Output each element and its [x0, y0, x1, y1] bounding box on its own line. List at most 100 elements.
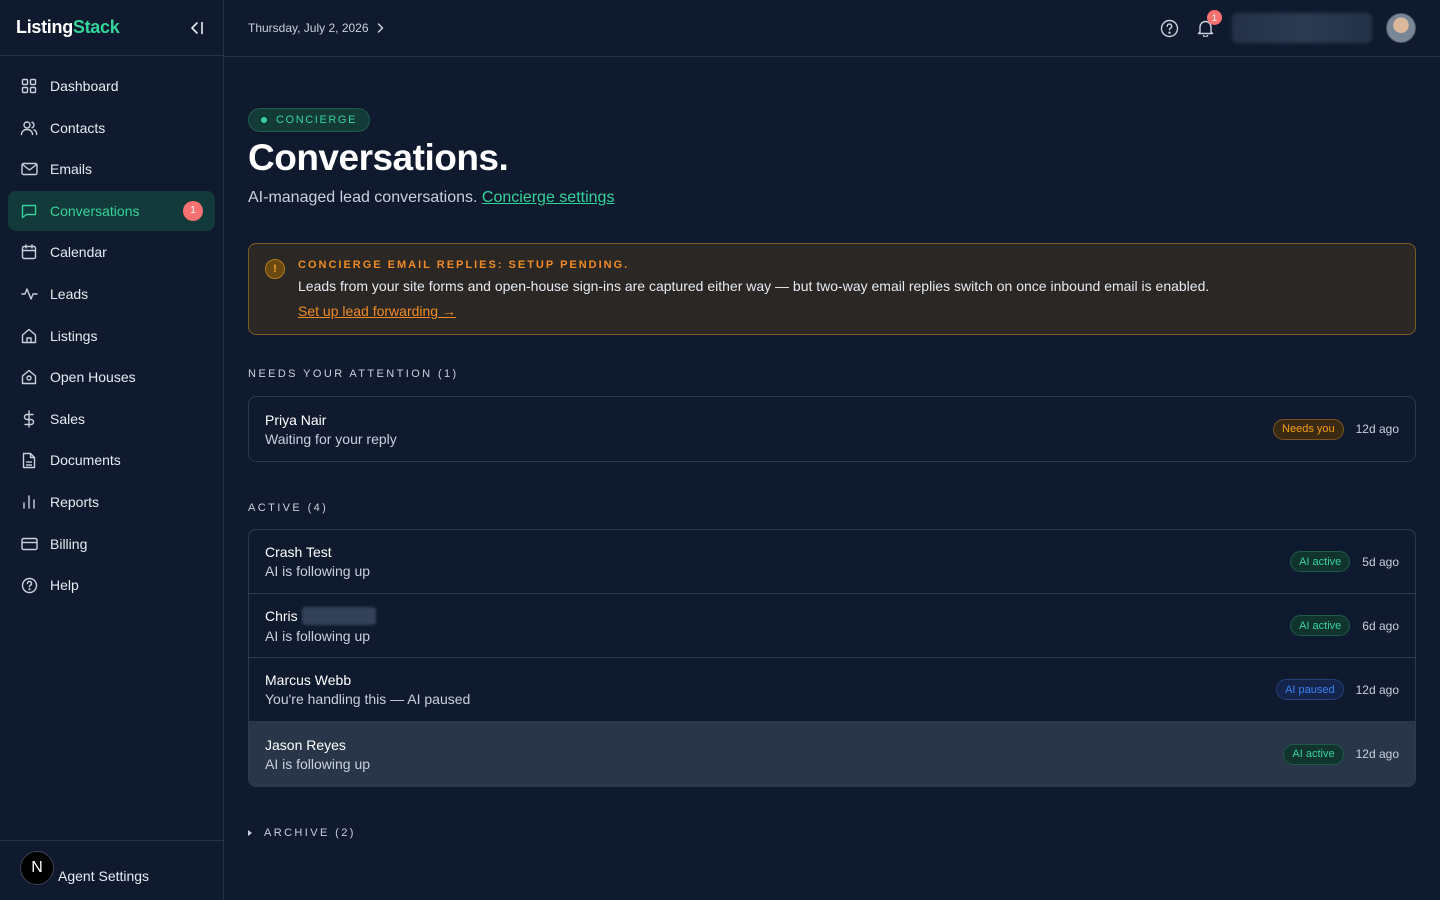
conversation-info: Crash Test AI is following up [265, 544, 370, 579]
sidebar-item-label: Contacts [50, 119, 106, 136]
alert-title: CONCIERGE EMAIL REPLIES: SETUP PENDING. [298, 259, 630, 271]
sidebar-item-reports[interactable]: Reports [8, 482, 215, 522]
brand-logo-part1: Listing [16, 17, 73, 37]
sidebar-item-sales[interactable]: Sales [8, 399, 215, 439]
conversations-badge: 1 [183, 200, 203, 221]
conversation-status: AI is following up [265, 628, 371, 644]
conversation-row[interactable]: Marcus Webb You're handling this — AI pa… [249, 658, 1415, 722]
notifications-bell-icon[interactable]: 1 [1194, 10, 1222, 39]
mail-icon [20, 160, 38, 178]
alert-text: Leads from your site forms and open-hous… [298, 278, 1210, 294]
concierge-pill: CONCIERGE [248, 108, 371, 132]
conversation-row[interactable]: Jason Reyes AI is following up AI active… [249, 722, 1415, 786]
sidebar-item-label: Sales [50, 410, 86, 427]
sidebar-nav: Dashboard Contacts Emails Conversations … [0, 56, 223, 617]
calendar-icon [20, 243, 38, 261]
grid-icon [20, 77, 38, 95]
users-icon [20, 119, 38, 137]
sidebar-item-label: Help [50, 577, 79, 594]
sidebar-item-documents[interactable]: Documents [8, 440, 215, 480]
sidebar-item-label: Open Houses [50, 369, 136, 386]
sidebar-item-label: Leads [50, 285, 89, 302]
sidebar-item-label: Reports [50, 493, 100, 510]
bar-chart-icon [20, 493, 38, 511]
sidebar-item-dashboard[interactable]: Dashboard [8, 66, 215, 106]
agent-avatar: N [20, 850, 54, 885]
warning-icon: ! [265, 259, 285, 279]
timestamp: 12d ago [1355, 682, 1399, 697]
archive-label: ARCHIVE (2) [264, 827, 356, 839]
concierge-settings-link[interactable]: Concierge settings [482, 189, 615, 206]
needs-attention-list: Priya Nair Waiting for your reply Needs … [248, 396, 1416, 462]
conversation-meta: Needs you 12d ago [1273, 418, 1399, 440]
status-badge: AI active [1290, 615, 1351, 636]
brand-header: ListingStack [0, 0, 223, 56]
conversation-info: Marcus Webb You're handling this — AI pa… [265, 672, 470, 707]
conversation-status: AI is following up [265, 755, 371, 772]
conversation-status: You're handling this — AI paused [265, 691, 471, 707]
needs-attention-label: NEEDS YOUR ATTENTION (1) [248, 368, 459, 380]
status-badge: AI active [1283, 743, 1344, 765]
page-subtitle: AI-managed lead conversations. Concierge… [248, 189, 614, 207]
house-open-icon [20, 368, 38, 386]
sidebar-item-label: Conversations [50, 202, 140, 219]
user-avatar[interactable] [1386, 13, 1416, 43]
conversation-row[interactable]: Priya Nair Waiting for your reply Needs … [249, 397, 1415, 461]
brand-logo-part2: Stack [72, 17, 120, 37]
sidebar-item-label: Listings [50, 327, 98, 344]
credit-card-icon [20, 535, 38, 553]
concierge-pill-label: CONCIERGE [276, 114, 358, 126]
sidebar-item-contacts[interactable]: Contacts [8, 108, 215, 148]
help-icon[interactable] [1158, 17, 1180, 39]
page-subtitle-text: AI-managed lead conversations. [248, 189, 478, 206]
timestamp: 5d ago [1362, 554, 1399, 569]
contact-name: Crash Test [265, 544, 332, 560]
sidebar-item-conversations[interactable]: Conversations 1 [8, 190, 215, 231]
chat-icon [20, 202, 38, 220]
sidebar-item-label: Dashboard [50, 78, 119, 94]
sidebar-item-label: Emails [50, 161, 93, 178]
archive-toggle[interactable]: ARCHIVE (2) [248, 827, 356, 839]
timestamp: 12d ago [1355, 747, 1399, 761]
sidebar-item-billing[interactable]: Billing [8, 524, 215, 564]
agent-settings-link[interactable]: N Agent Settings [0, 840, 223, 900]
sidebar-item-calendar[interactable]: Calendar [8, 232, 215, 272]
sidebar-item-label: Documents [50, 452, 121, 469]
caret-right-icon [248, 830, 252, 836]
conversation-row[interactable]: Chris AI is following up AI active 6d ag… [249, 594, 1415, 658]
sidebar-item-help[interactable]: Help [8, 565, 215, 605]
dollar-icon [20, 410, 38, 428]
sidebar-item-listings[interactable]: Listings [8, 316, 215, 356]
collapse-sidebar-icon[interactable] [187, 18, 207, 38]
status-badge: AI paused [1276, 679, 1344, 700]
contact-name: Priya Nair [265, 411, 327, 428]
sidebar-item-label: Calendar [50, 244, 107, 261]
sidebar-item-emails[interactable]: Emails [8, 149, 215, 189]
status-dot [261, 117, 267, 123]
conversation-status: Waiting for your reply [265, 430, 397, 447]
sidebar-item-label: Billing [50, 535, 88, 552]
contact-name: Marcus Webb [265, 672, 352, 688]
date-selector[interactable]: Thursday, July 2, 2026 [248, 21, 384, 35]
timestamp: 6d ago [1362, 618, 1399, 633]
active-label: ACTIVE (4) [248, 502, 329, 514]
help-circle-icon [20, 576, 38, 594]
brand-logo[interactable]: ListingStack [16, 17, 120, 38]
conversation-meta: AI paused 12d ago [1276, 679, 1399, 700]
topbar: Thursday, July 2, 2026 1 [224, 0, 1440, 57]
conversation-info: Jason Reyes AI is following up [265, 737, 370, 772]
setup-lead-forwarding-link[interactable]: Set up lead forwarding → [298, 303, 456, 319]
sidebar-item-leads[interactable]: Leads [8, 274, 215, 314]
setup-pending-alert: ! CONCIERGE EMAIL REPLIES: SETUP PENDING… [248, 243, 1416, 335]
conversation-meta: AI active 12d ago [1283, 743, 1399, 765]
chevron-right-icon [377, 23, 384, 33]
user-name-redacted[interactable] [1232, 13, 1372, 43]
sidebar: ListingStack Dashboard Contacts Emails C… [0, 0, 224, 900]
document-icon [20, 451, 38, 469]
conversation-row[interactable]: Crash Test AI is following up AI active … [249, 530, 1415, 594]
contact-name-wrapper: Chris [265, 607, 376, 625]
current-date: Thursday, July 2, 2026 [248, 21, 369, 35]
sidebar-item-open-houses[interactable]: Open Houses [8, 357, 215, 397]
status-badge: AI active [1290, 551, 1351, 572]
timestamp: 12d ago [1355, 422, 1399, 436]
